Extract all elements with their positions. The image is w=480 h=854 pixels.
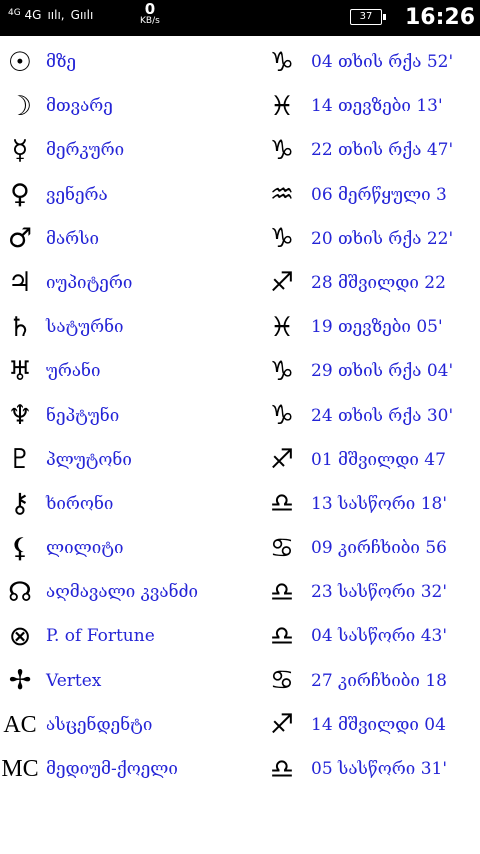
list-item[interactable]: ⚷ ხირონი ♎ 13 სასწორი 18' xyxy=(0,482,480,526)
list-item[interactable]: ♃ იუპიტერი ♐ 28 მშვილდი 22 xyxy=(0,261,480,305)
capricorn-icon: ♑ xyxy=(269,223,295,255)
list-item[interactable]: ☿ მერკური ♑ 22 თხის რქა 47' xyxy=(0,128,480,172)
list-item[interactable]: AC ასცენდენტი ♐ 14 მშვილდი 04 xyxy=(0,703,480,747)
network-type-1: 4G 4G xyxy=(8,8,42,22)
capricorn-icon: ♑ xyxy=(269,46,295,78)
sign-position: 23 სასწორი 32' xyxy=(311,582,447,603)
pisces-icon: ♓ xyxy=(269,311,295,343)
neptune-icon: ♆ xyxy=(7,400,33,431)
lilith-icon: ⚸ xyxy=(10,532,30,564)
battery-icon: 37 xyxy=(350,9,386,25)
sign-position: 06 მერწყული 3 xyxy=(311,184,447,205)
libra-icon: ♎ xyxy=(269,488,295,520)
planet-name: აღმავალი კვანძი xyxy=(46,582,199,603)
mars-icon: ♂ xyxy=(7,223,33,255)
saturn-icon: ♄ xyxy=(7,311,33,343)
planet-name: ასცენდენტი xyxy=(46,714,153,735)
sign-position: 22 თხის რქა 47' xyxy=(311,140,454,161)
planet-name: მარსი xyxy=(46,228,99,249)
list-item[interactable]: ♀ ვენერა ♒ 06 მერწყული 3 xyxy=(0,173,480,217)
sign-position: 04 თხის რქა 52' xyxy=(311,52,454,72)
sign-position: 20 თხის რქა 22' xyxy=(311,228,454,249)
planet-name: P. of Fortune xyxy=(46,626,155,647)
ascendant-icon: AC xyxy=(3,711,37,738)
list-item[interactable]: ♆ ნეპტუნი ♑ 24 თხის რქა 30' xyxy=(0,394,480,438)
planet-name: ლილიტი xyxy=(46,538,124,559)
sign-position: 14 მშვილდი 04 xyxy=(311,714,446,735)
sign-position: 09 კირჩხიბი 56 xyxy=(311,538,447,559)
sign-position: 13 სასწორი 18' xyxy=(311,493,447,514)
list-item[interactable]: ⚸ ლილიტი ♋ 09 კირჩხიბი 56 xyxy=(0,526,480,570)
sign-position: 24 თხის რქა 30' xyxy=(311,405,454,426)
sagittarius-icon: ♐ xyxy=(269,444,295,476)
planet-name: სატურნი xyxy=(46,317,124,338)
sign-position: 28 მშვილდი 22 xyxy=(311,272,446,293)
sign-position: 19 თევზები 05' xyxy=(311,317,443,338)
libra-icon: ♎ xyxy=(269,620,295,652)
sign-position: 04 სასწორი 43' xyxy=(311,626,447,647)
part-of-fortune-icon: ⊗ xyxy=(8,620,32,652)
planet-positions-list: ☉ მზე ♑ 04 თხის რქა 52' ☽ მთვარე ♓ 14 თევზები 1… xyxy=(0,40,480,791)
list-item[interactable]: ♂ მარსი ♑ 20 თხის რქა 22' xyxy=(0,217,480,261)
pluto-icon: ♇ xyxy=(7,444,33,476)
list-item[interactable]: ☉ მზე ♑ 04 თხის რქა 52' xyxy=(0,40,480,84)
capricorn-icon: ♑ xyxy=(269,134,295,166)
planet-name: იუპიტერი xyxy=(46,272,133,293)
pisces-icon: ♓ xyxy=(269,90,295,122)
libra-icon: ♎ xyxy=(269,576,295,608)
signal-icon: ıılı, xyxy=(47,8,65,22)
planet-name: მზე xyxy=(46,52,77,72)
sign-position: 01 მშვილდი 47 xyxy=(311,449,446,470)
sign-position: 05 სასწორი 31' xyxy=(311,759,447,779)
planet-name: ვენერა xyxy=(46,184,108,205)
list-item[interactable]: ✢ Vertex ♋ 27 კირჩხიბი 18 xyxy=(0,659,480,703)
capricorn-icon: ♑ xyxy=(269,400,295,431)
libra-icon: ♎ xyxy=(269,753,295,785)
vertex-icon: ✢ xyxy=(8,665,32,697)
clock: 16:26 xyxy=(405,5,476,30)
signal-icon-2: Gıılı xyxy=(70,8,94,22)
chiron-icon: ⚷ xyxy=(10,488,30,520)
north-node-icon: ☊ xyxy=(8,576,32,608)
cancer-icon: ♋ xyxy=(269,532,295,564)
moon-icon: ☽ xyxy=(7,90,33,122)
planet-name: ხირონი xyxy=(46,493,114,514)
mercury-icon: ☿ xyxy=(11,134,29,166)
midheaven-icon: MC xyxy=(1,756,39,782)
status-bar: 4G 4G ıılı, Gıılı 0 KB/s 37 16:26 xyxy=(0,0,480,36)
capricorn-icon: ♑ xyxy=(269,355,295,387)
planet-name: პლუტონი xyxy=(46,449,132,470)
venus-icon: ♀ xyxy=(10,179,30,211)
network-speed: 0 KB/s xyxy=(140,0,160,27)
planet-name: ურანი xyxy=(46,361,101,382)
planet-name: Vertex xyxy=(46,670,102,691)
sign-position: 27 კირჩხიბი 18 xyxy=(311,670,447,691)
uranus-icon: ♅ xyxy=(7,355,33,387)
planet-name: მედიუმ-ქოელი xyxy=(46,759,178,779)
list-item[interactable]: MC მედიუმ-ქოელი ♎ 05 სასწორი 31' xyxy=(0,747,480,791)
planet-name: ნეპტუნი xyxy=(46,405,120,426)
cancer-icon: ♋ xyxy=(269,665,295,697)
sign-position: 29 თხის რქა 04' xyxy=(311,361,454,382)
list-item[interactable]: ♄ სატურნი ♓ 19 თევზები 05' xyxy=(0,305,480,349)
list-item[interactable]: ♇ პლუტონი ♐ 01 მშვილდი 47 xyxy=(0,438,480,482)
list-item[interactable]: ☽ მთვარე ♓ 14 თევზები 13' xyxy=(0,84,480,128)
sun-icon: ☉ xyxy=(7,46,33,78)
list-item[interactable]: ⊗ P. of Fortune ♎ 04 სასწორი 43' xyxy=(0,614,480,658)
planet-name: მერკური xyxy=(46,140,125,161)
list-item[interactable]: ☊ აღმავალი კვანძი ♎ 23 სასწორი 32' xyxy=(0,570,480,614)
list-item[interactable]: ♅ ურანი ♑ 29 თხის რქა 04' xyxy=(0,349,480,393)
sign-position: 14 თევზები 13' xyxy=(311,96,443,117)
sagittarius-icon: ♐ xyxy=(269,267,295,299)
aquarius-icon: ♒ xyxy=(269,179,295,211)
jupiter-icon: ♃ xyxy=(7,267,33,299)
sagittarius-icon: ♐ xyxy=(269,709,295,741)
network-indicators: 4G 4G ıılı, Gıılı xyxy=(8,8,93,22)
planet-name: მთვარე xyxy=(46,96,113,117)
